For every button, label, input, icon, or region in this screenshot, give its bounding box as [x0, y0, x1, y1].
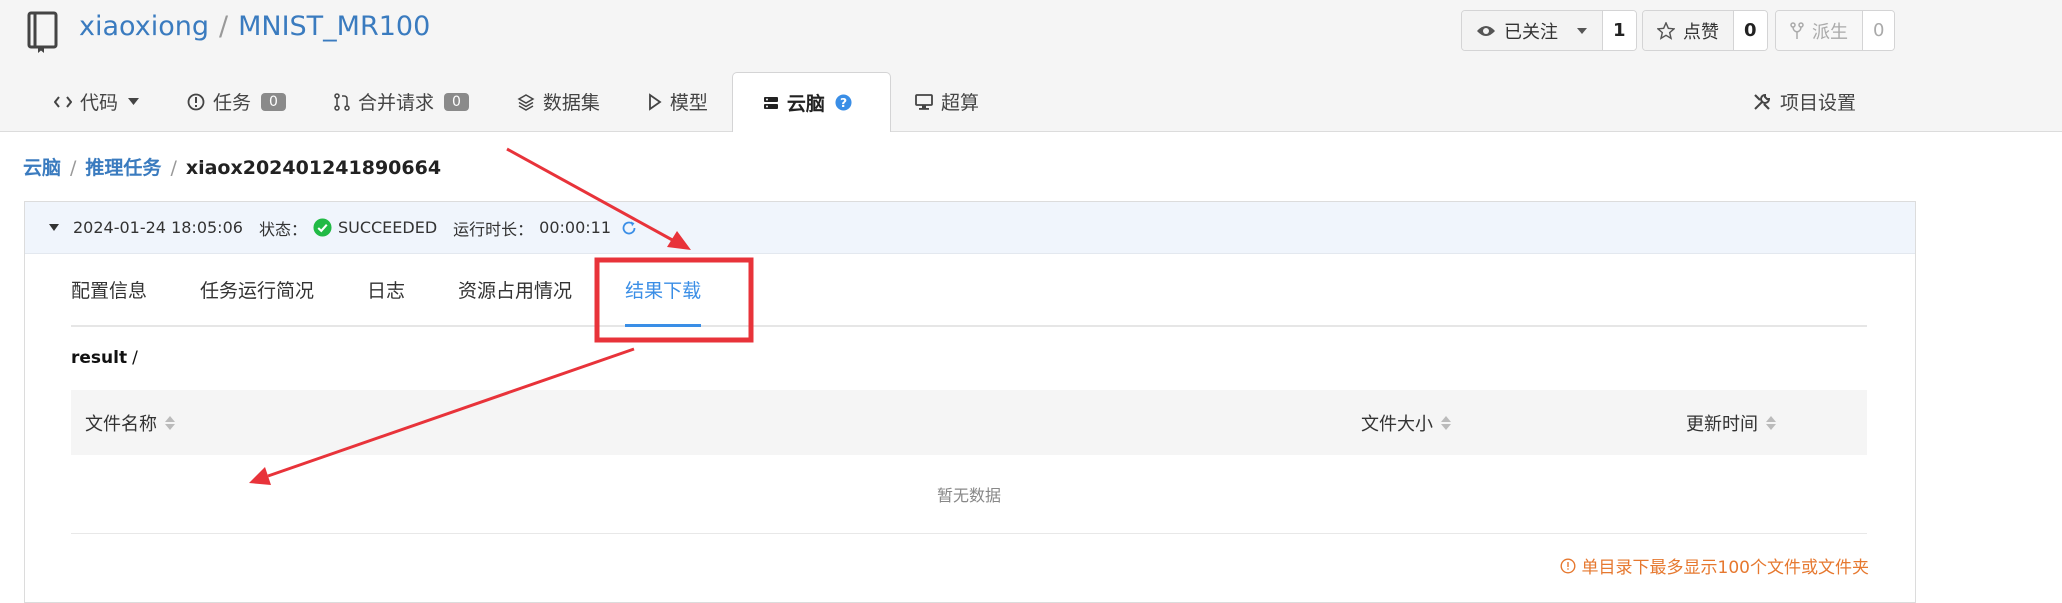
sort-icon[interactable] — [1441, 415, 1451, 430]
tab-run-summary[interactable]: 任务运行简况 — [200, 254, 314, 325]
chevron-down-icon — [128, 98, 140, 105]
watch-count[interactable]: 1 — [1603, 11, 1636, 50]
fork-button-group: 派生 0 — [1775, 10, 1896, 51]
breadcrumb-divider: / — [170, 157, 177, 179]
code-icon — [54, 95, 72, 108]
tab-supercomputing-label: 超算 — [940, 92, 979, 114]
tab-datasets-label: 数据集 — [542, 92, 600, 114]
svg-text:?: ? — [840, 96, 847, 110]
breadcrumb-inference-jobs[interactable]: 推理任务 — [85, 157, 161, 179]
breadcrumb-current-job: xiaox202401241890664 — [185, 157, 442, 179]
tab-supercomputing[interactable]: 超算 — [891, 72, 1003, 131]
job-status-label: 状态： — [258, 219, 307, 239]
play-outline-icon — [649, 92, 662, 111]
layers-icon — [517, 93, 535, 111]
path-slash: / — [132, 348, 138, 368]
file-path: result / — [71, 348, 138, 368]
tab-resource-usage[interactable]: 资源占用情况 — [458, 254, 572, 325]
job-detail-panel: 2024-01-24 18:05:06 状态： SUCCEEDED 运行时长： … — [24, 201, 1916, 603]
breadcrumb-cloudbrain[interactable]: 云脑 — [23, 157, 61, 179]
sort-icon[interactable] — [1766, 415, 1776, 430]
tab-issues[interactable]: 任务 0 — [163, 72, 310, 131]
column-file-size-label: 文件大小 — [1361, 413, 1433, 435]
tab-repo-settings-label: 项目设置 — [1779, 92, 1856, 114]
check-circle-icon — [313, 218, 332, 237]
merge-request-icon — [334, 92, 350, 111]
result-file-table: 文件名称 文件大小 更新时间 暂无数据 — [71, 390, 1867, 534]
refresh-icon[interactable] — [621, 220, 637, 236]
star-count[interactable]: 0 — [1734, 11, 1767, 50]
monitor-icon — [915, 93, 933, 110]
path-dir-link[interactable]: result — [71, 348, 127, 368]
repo-title: xiaoxiong / MNIST_MR100 — [79, 9, 430, 45]
job-detail-tabs: 配置信息 任务运行简况 日志 资源占用情况 结果下载 — [71, 254, 1867, 327]
tab-pull-requests[interactable]: 合并请求 0 — [310, 72, 493, 131]
column-file-size[interactable]: 文件大小 — [1361, 410, 1451, 436]
column-updated-time-label: 更新时间 — [1686, 413, 1758, 435]
tab-repo-settings[interactable]: 项目设置 — [1752, 72, 1856, 131]
tab-code-label: 代码 — [80, 92, 119, 114]
star-icon — [1657, 21, 1675, 40]
breadcrumb: 云脑 / 推理任务 / xiaox202401241890664 — [23, 154, 441, 182]
chevron-down-icon — [1577, 27, 1587, 34]
table-header-row: 文件名称 文件大小 更新时间 — [71, 390, 1867, 455]
star-label: 点赞 — [1683, 21, 1719, 43]
file-limit-note-text: 单目录下最多显示100个文件或文件夹 — [1581, 558, 1869, 578]
column-file-name-label: 文件名称 — [85, 413, 157, 435]
tab-datasets[interactable]: 数据集 — [493, 72, 624, 131]
job-runtime-value: 00:00:11 — [539, 218, 612, 237]
fork-label: 派生 — [1812, 21, 1848, 43]
sort-icon[interactable] — [165, 415, 175, 430]
fork-icon — [1790, 21, 1804, 39]
tab-issues-badge: 0 — [261, 92, 286, 111]
tab-result-download[interactable]: 结果下载 — [625, 254, 702, 327]
fork-count[interactable]: 0 — [1863, 11, 1895, 50]
watch-label: 已关注 — [1504, 21, 1558, 43]
caret-down-icon[interactable] — [49, 224, 59, 231]
tab-cloudbrain-label: 云脑 — [786, 93, 825, 115]
column-updated-time[interactable]: 更新时间 — [1686, 410, 1776, 436]
repo-tabs: 代码 任务 0 合并请求 0 数据集 模型 云脑 ? 超算 — [30, 72, 1003, 132]
tools-icon — [1754, 93, 1770, 110]
tab-logs[interactable]: 日志 — [367, 254, 405, 325]
tab-cloudbrain[interactable]: 云脑 ? — [731, 72, 891, 132]
info-circle-icon — [1560, 557, 1576, 574]
tab-pull-requests-badge: 0 — [443, 92, 469, 111]
watch-button-group: 已关注 1 — [1461, 10, 1637, 51]
fork-button[interactable]: 派生 — [1776, 11, 1863, 50]
repo-owner-link[interactable]: xiaoxiong — [79, 11, 209, 42]
repo-name-link[interactable]: MNIST_MR100 — [238, 11, 430, 42]
job-status-value: SUCCEEDED — [337, 218, 438, 237]
help-circle-icon[interactable]: ? — [835, 94, 852, 111]
tab-models-label: 模型 — [669, 92, 708, 114]
file-limit-note: 单目录下最多显示100个文件或文件夹 — [1560, 553, 1869, 578]
star-button[interactable]: 点赞 — [1643, 11, 1734, 50]
eye-icon — [1477, 25, 1495, 36]
tab-models[interactable]: 模型 — [624, 72, 732, 131]
column-file-name[interactable]: 文件名称 — [85, 410, 175, 436]
table-empty-state: 暂无数据 — [71, 455, 1867, 534]
server-icon — [763, 96, 778, 109]
tab-pull-requests-label: 合并请求 — [357, 92, 434, 114]
job-summary-bar[interactable]: 2024-01-24 18:05:06 状态： SUCCEEDED 运行时长： … — [25, 202, 1915, 254]
tab-code[interactable]: 代码 — [30, 72, 163, 131]
star-button-group: 点赞 0 — [1642, 10, 1768, 51]
job-datetime: 2024-01-24 18:05:06 — [73, 218, 243, 237]
breadcrumb-divider: / — [70, 157, 77, 179]
repo-title-separator: / — [218, 11, 229, 42]
job-runtime-label: 运行时长： — [453, 219, 534, 239]
info-circle-icon — [187, 93, 205, 110]
tab-issues-label: 任务 — [213, 92, 252, 114]
repo-book-icon — [27, 11, 58, 53]
watch-button[interactable]: 已关注 — [1462, 11, 1603, 50]
tab-config-info[interactable]: 配置信息 — [71, 254, 147, 325]
